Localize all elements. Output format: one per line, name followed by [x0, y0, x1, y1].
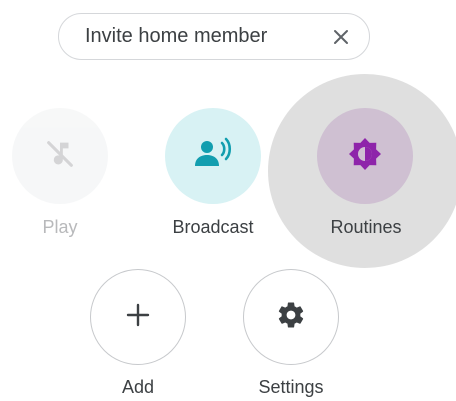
routines-label: Routines: [330, 217, 402, 237]
plus-icon: [125, 302, 151, 333]
play-label: Play: [42, 217, 78, 237]
invite-home-member-chip[interactable]: Invite home member: [58, 13, 370, 60]
add-button[interactable]: [90, 269, 186, 365]
settings-label: Settings: [258, 377, 324, 397]
routines-icon: [347, 136, 383, 177]
invite-chip-label: Invite home member: [85, 25, 268, 47]
broadcast-icon: [193, 136, 233, 177]
broadcast-label: Broadcast: [172, 217, 254, 237]
settings-button[interactable]: [243, 269, 339, 365]
play-button[interactable]: [12, 108, 108, 204]
gear-icon: [276, 300, 306, 335]
close-icon[interactable]: [332, 28, 350, 46]
add-label: Add: [121, 377, 155, 397]
routines-button[interactable]: [317, 108, 413, 204]
broadcast-button[interactable]: [165, 108, 261, 204]
music-off-icon: [43, 137, 77, 176]
